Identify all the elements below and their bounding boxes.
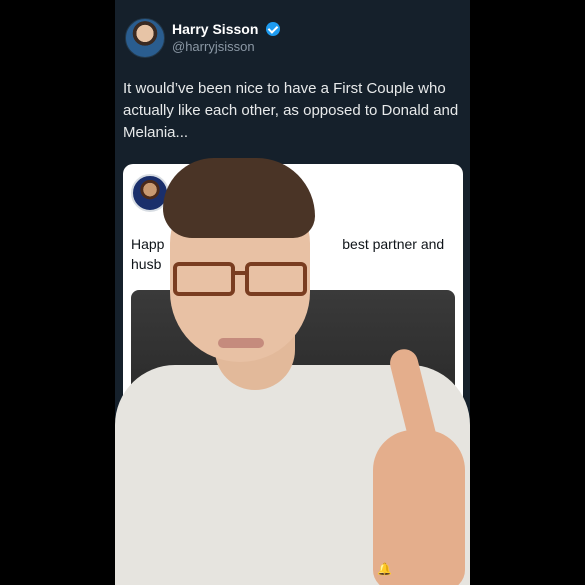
video-presenter	[115, 0, 470, 585]
bell-icon[interactable]: 🔔	[377, 562, 392, 576]
presenter-hair	[163, 158, 315, 238]
presenter-mouth	[218, 338, 264, 348]
glasses-lens-right	[245, 262, 307, 296]
glasses	[173, 262, 311, 298]
tweet-screenshot: Harry Sisson @harryjsisson It would’ve b…	[115, 0, 470, 585]
glasses-lens-left	[173, 262, 235, 296]
